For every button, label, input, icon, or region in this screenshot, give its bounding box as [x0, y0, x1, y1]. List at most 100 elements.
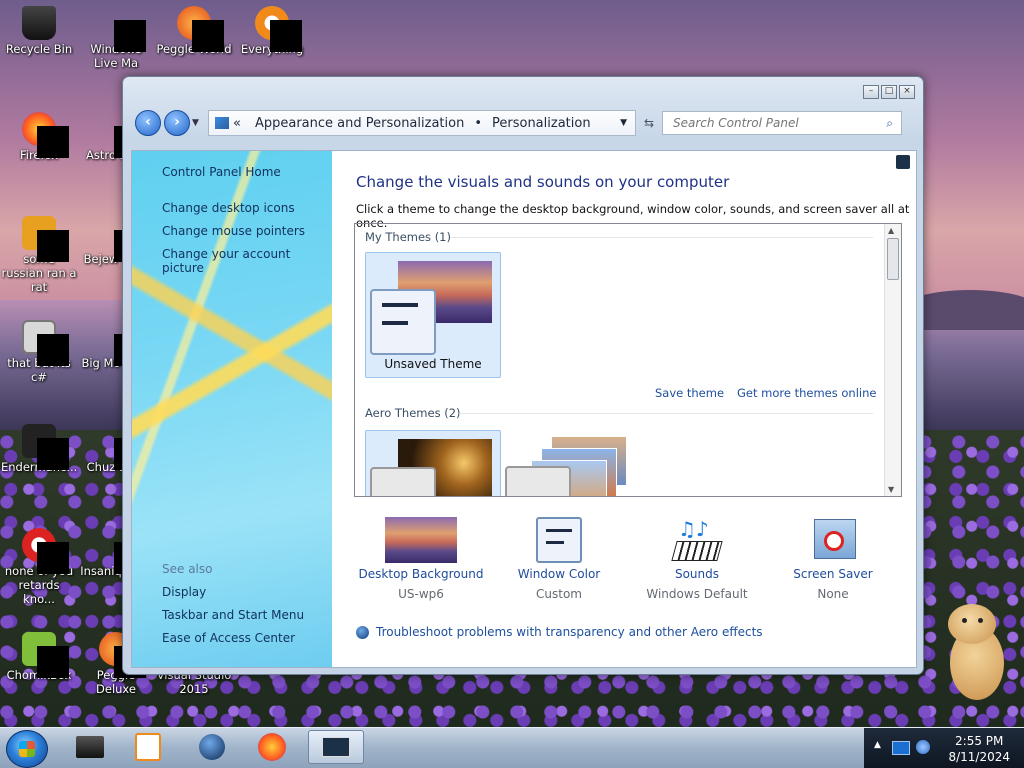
recent-pages-dropdown[interactable]: ▼ — [192, 118, 202, 128]
desktop-icon-none-of-you[interactable]: none of you retards kno... — [1, 528, 77, 606]
clock[interactable]: 2:55 PM 8/11/2024 — [948, 733, 1010, 765]
screen-saver-button[interactable]: Screen Saver None — [768, 517, 898, 601]
endermanch-icon — [22, 424, 69, 470]
search-box[interactable]: ⌕ — [662, 111, 902, 135]
sounds-icon: ♫♪ — [671, 517, 723, 563]
clock-time: 2:55 PM — [955, 734, 1004, 748]
taskbar: ▲ 2:55 PM 8/11/2024 — [0, 727, 1024, 768]
peggle-world-icon — [177, 6, 224, 52]
desktop-icon-label: Recycle Bin — [5, 42, 73, 56]
address-bar-row: ‹ › ▼ « Appearance and Personalization •… — [135, 107, 911, 139]
forward-button[interactable]: › — [164, 110, 190, 136]
window-caption-buttons: – □ × — [863, 85, 915, 99]
help-icon[interactable] — [896, 155, 910, 169]
breadcrumb-appearance[interactable]: Appearance and Personalization — [255, 116, 464, 131]
ease-of-access-link[interactable]: Ease of Access Center — [162, 631, 295, 645]
maximize-button[interactable]: □ — [881, 85, 897, 99]
refresh-icon[interactable]: ⇆ — [636, 111, 662, 135]
taskbar-app-globe[interactable] — [184, 730, 240, 764]
scroll-down-arrow[interactable]: ▼ — [888, 485, 894, 494]
network-icon[interactable] — [916, 740, 930, 754]
troubleshoot-link-text[interactable]: Troubleshoot problems with transparency … — [376, 625, 763, 639]
media-player-icon — [135, 733, 161, 761]
start-button[interactable] — [6, 730, 48, 768]
taskbar-app-firefox[interactable] — [244, 730, 300, 764]
windows-live-icon — [99, 6, 146, 52]
black-box-icon — [76, 736, 104, 758]
minimize-button[interactable]: – — [863, 85, 879, 99]
screen-saver-label: Screen Saver — [793, 567, 873, 581]
russian-app-icon — [22, 216, 69, 262]
globe-icon — [199, 734, 225, 760]
change-mouse-pointers-link[interactable]: Change mouse pointers — [162, 224, 305, 238]
desktop-icon-chomikbox[interactable]: ChomikBox — [1, 632, 77, 682]
get-more-themes-link[interactable]: Get more themes online — [737, 386, 876, 400]
chomikbox-icon — [22, 632, 69, 678]
search-input[interactable] — [671, 115, 887, 131]
aero-theme-tile-2[interactable] — [505, 430, 639, 496]
taskbar-start-menu-link[interactable]: Taskbar and Start Menu — [162, 608, 304, 622]
breadcrumb-personalization[interactable]: Personalization — [492, 116, 591, 131]
action-center-icon[interactable] — [892, 741, 910, 755]
desktop-icon-peggle-world[interactable]: Peggle World — [156, 6, 232, 56]
window-color-thumbnail — [370, 289, 436, 355]
clock-date: 8/11/2024 — [948, 750, 1010, 764]
chevron-down-icon[interactable]: ▼ — [620, 118, 627, 128]
windows-logo-icon — [19, 741, 35, 757]
group-divider — [459, 413, 873, 414]
display-link[interactable]: Display — [162, 585, 206, 599]
firefox-icon — [258, 733, 286, 761]
desktop-icon-firefox[interactable]: Firefox — [1, 112, 77, 162]
red-circle-icon — [22, 528, 69, 574]
show-hidden-icons-button[interactable]: ▲ — [874, 740, 881, 750]
aero-theme-tile-1[interactable] — [365, 430, 501, 496]
save-theme-link[interactable]: Save theme — [655, 386, 724, 400]
taskbar-app-player[interactable] — [120, 730, 176, 764]
themes-list: My Themes (1) Unsaved Theme Save theme G… — [354, 223, 902, 497]
hamster-desktop-pet[interactable] — [944, 604, 1008, 704]
control-panel-icon — [215, 117, 229, 129]
troubleshoot-icon — [356, 625, 369, 639]
taskbar-app-personalization[interactable] — [308, 730, 364, 764]
screen-saver-value: None — [817, 587, 849, 601]
main-content: Change the visuals and sounds on your co… — [332, 151, 916, 667]
breadcrumb-root-chevron[interactable]: « — [233, 116, 241, 131]
desktop-background-button[interactable]: Desktop Background US-wp6 — [356, 517, 486, 601]
desktop-icon-some-russian[interactable]: some russian ran a rat — [1, 216, 77, 294]
everything-icon — [255, 6, 302, 52]
window-color-thumbnail — [370, 467, 436, 496]
desktop-icon-everything[interactable]: Everything — [234, 6, 310, 56]
page-title: Change the visuals and sounds on your co… — [356, 173, 730, 191]
my-themes-header: My Themes (1) — [365, 230, 451, 244]
sounds-button[interactable]: ♫♪ Sounds Windows Default — [632, 517, 762, 601]
window-color-value: Custom — [536, 587, 582, 601]
left-nav-pane: Control Panel Home Change desktop icons … — [132, 151, 332, 667]
desktop-icon-windows-live[interactable]: Windows Live Ma — [78, 6, 154, 70]
change-desktop-icons-link[interactable]: Change desktop icons — [162, 201, 295, 215]
desktop-icon-that-but-csharp[interactable]: that but its c# — [1, 320, 77, 384]
desktop-icon-recycle-bin[interactable]: Recycle Bin — [1, 6, 77, 56]
troubleshoot-link[interactable]: Troubleshoot problems with transparency … — [356, 625, 763, 639]
sounds-label: Sounds — [674, 567, 720, 581]
window-color-button[interactable]: Window Color Custom — [494, 517, 624, 601]
aero-themes-header: Aero Themes (2) — [365, 406, 461, 420]
unsaved-theme-label: Unsaved Theme — [384, 357, 482, 371]
sounds-value: Windows Default — [646, 587, 748, 601]
themes-scrollbar[interactable]: ▲ ▼ — [884, 224, 901, 496]
change-account-picture-link[interactable]: Change your account picture — [162, 247, 332, 275]
taskbar-app-media[interactable] — [62, 730, 118, 764]
scroll-up-arrow[interactable]: ▲ — [888, 226, 894, 235]
unsaved-theme-tile[interactable]: Unsaved Theme — [365, 252, 501, 378]
back-button[interactable]: ‹ — [135, 110, 161, 136]
control-panel-home-link[interactable]: Control Panel Home — [162, 165, 281, 179]
see-also-header: See also — [162, 562, 213, 576]
search-icon[interactable]: ⌕ — [886, 116, 893, 131]
group-divider — [451, 237, 873, 238]
close-button[interactable]: × — [899, 85, 915, 99]
window-client-area: Control Panel Home Change desktop icons … — [131, 150, 917, 668]
notification-area: ▲ 2:55 PM 8/11/2024 — [864, 728, 1024, 768]
scrollbar-thumb[interactable] — [887, 238, 899, 280]
desktop-icon-endermanch[interactable]: Endermanc... — [1, 424, 77, 474]
personalization-window: – □ × ‹ › ▼ « Appearance and Personaliza… — [122, 76, 924, 675]
breadcrumb[interactable]: « Appearance and Personalization • Perso… — [208, 110, 636, 136]
